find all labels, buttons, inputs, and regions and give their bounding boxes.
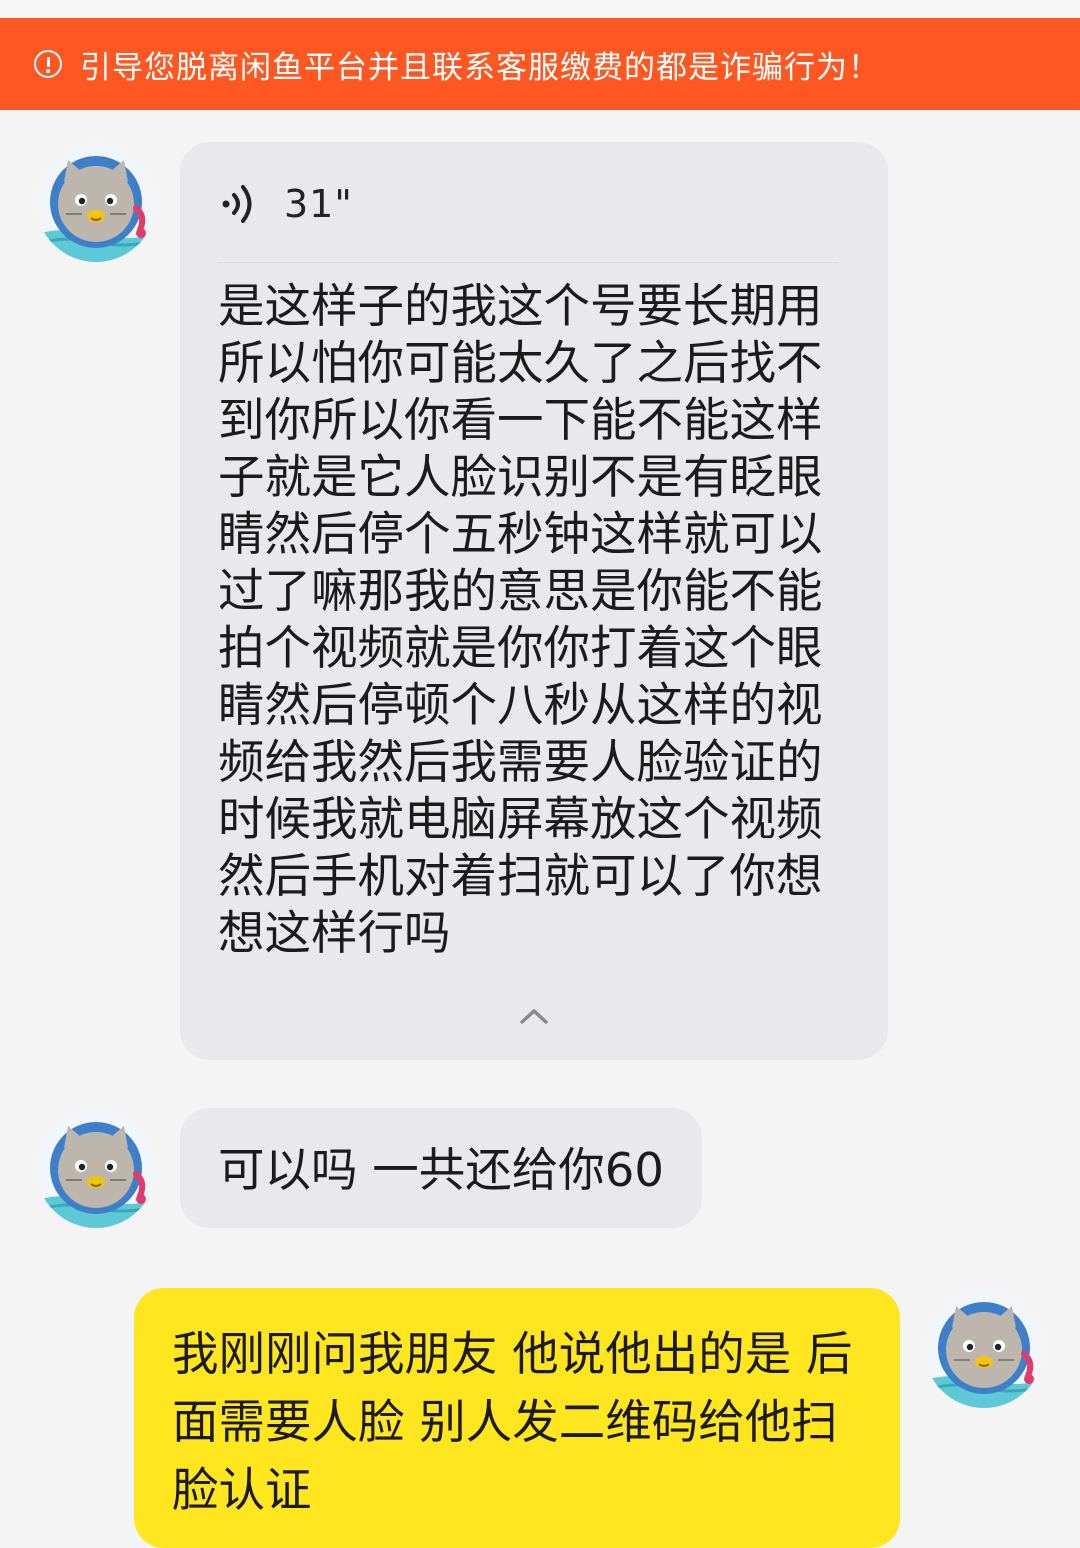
- seal-avatar-icon: [924, 1288, 1044, 1408]
- exclamation-circle-icon: [34, 50, 62, 78]
- voice-transcript-text: 是这样子的我这个号要长期用所以怕你可能太久了之后找不到你所以你看一下能不能这样子…: [218, 279, 823, 960]
- sender-avatar[interactable]: [36, 1108, 156, 1228]
- voice-duration: 31": [284, 182, 353, 226]
- voice-wave-icon[interactable]: [218, 179, 262, 229]
- chevron-up-icon[interactable]: [516, 1004, 552, 1028]
- warning-text: 引导您脱离闲鱼平台并且联系客服缴费的都是诈骗行为！: [80, 49, 880, 86]
- message-text: 可以吗 一共还给你60: [218, 1143, 664, 1197]
- seal-avatar-icon: [36, 1108, 156, 1228]
- fraud-warning-banner: 引导您脱离闲鱼平台并且联系客服缴费的都是诈骗行为！: [0, 18, 1080, 110]
- own-message-text: 我刚刚问我朋友 他说他出的是 后面需要人脸 别人发二维码给他扫脸认证: [172, 1327, 853, 1517]
- own-avatar[interactable]: [924, 1288, 1044, 1408]
- voice-player[interactable]: 31": [218, 176, 353, 232]
- seal-avatar-icon: [36, 142, 156, 262]
- voice-divider: [218, 262, 838, 263]
- status-strip: [0, 0, 1080, 18]
- sender-avatar[interactable]: [36, 142, 156, 262]
